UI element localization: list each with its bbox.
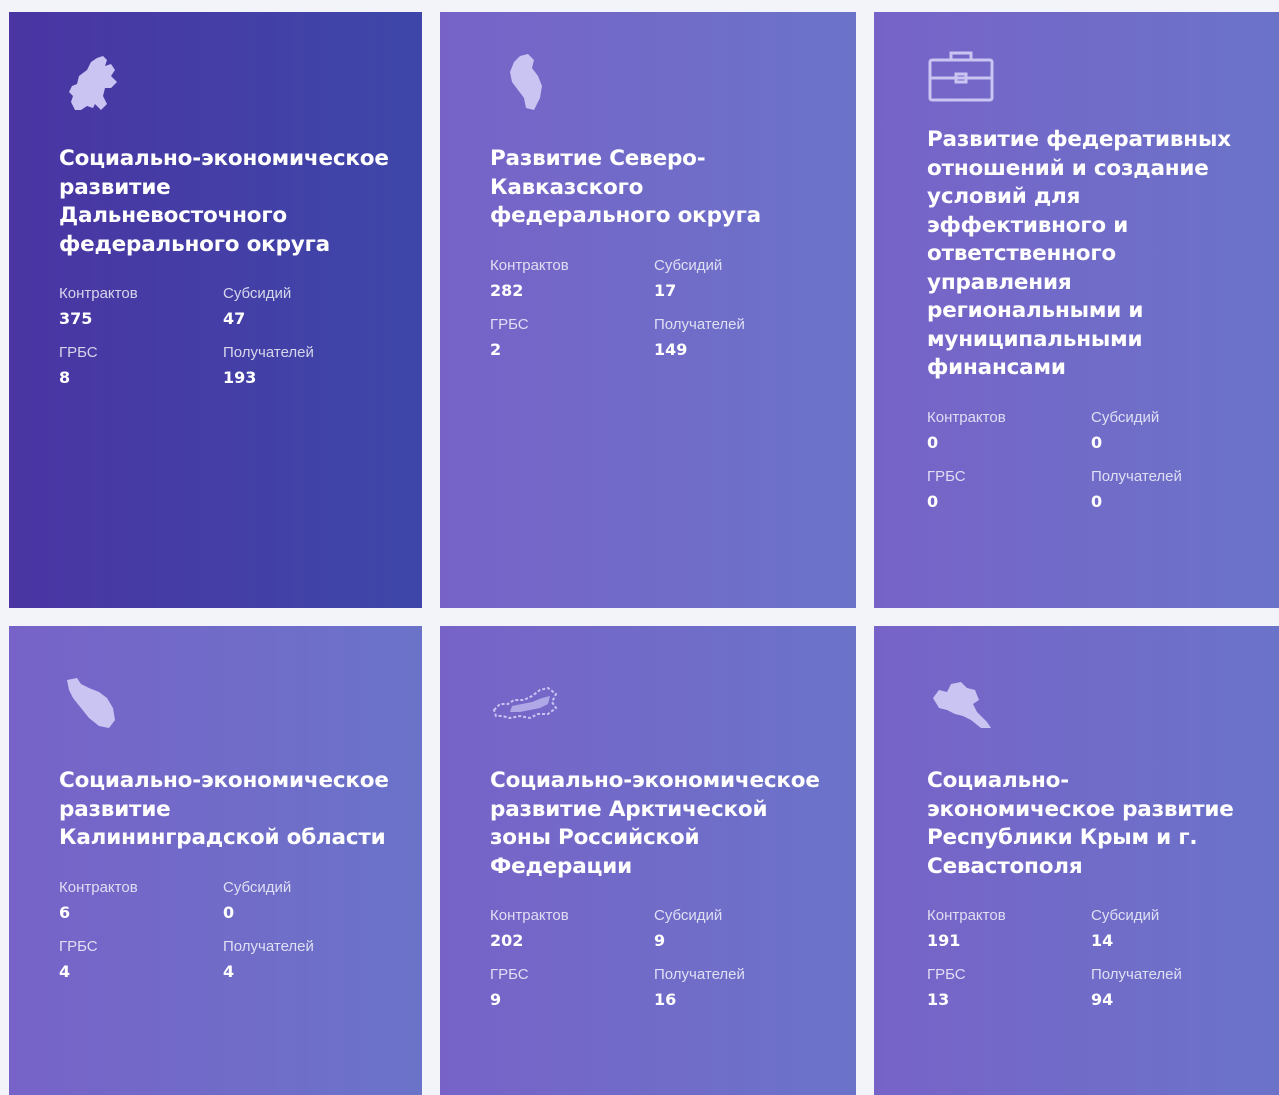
stat-contracts: Контрактов 202 — [490, 907, 654, 952]
stat-value: 8 — [59, 368, 71, 387]
stat-label: Субсидий — [654, 256, 723, 274]
stat-subsidies: Субсидий 17 — [654, 257, 818, 302]
program-stats: Контрактов 0 Субсидий 0 ГРБС 0 Получателей 0 — [927, 409, 1249, 513]
program-stats: Контрактов 282 Субсидий 17 ГРБС 2 Получател… — [490, 257, 826, 361]
stat-value: 13 — [927, 990, 950, 1009]
stat-subsidies: Субсидий 0 — [1091, 409, 1255, 454]
stat-label: Получателей — [654, 966, 745, 983]
stat-value: 9 — [490, 990, 502, 1009]
program-card-crimea[interactable]: Социально-экономическое развитие Республ… — [874, 626, 1279, 1095]
stat-grbs: ГРБС 4 — [59, 938, 223, 983]
stat-subsidies: Субсидий 47 — [223, 285, 387, 330]
stat-label: Субсидий — [1091, 907, 1160, 924]
stat-subsidies: Субсидий 0 — [223, 879, 387, 924]
stat-label: ГРБС — [490, 966, 529, 983]
north-caucasus-map-icon — [510, 54, 542, 110]
stat-value: 0 — [1091, 491, 1103, 511]
stat-value: 2 — [490, 339, 502, 359]
program-title: Социально-экономическое развитие Калинин… — [59, 768, 389, 850]
program-card-arctic[interactable]: Социально-экономическое развитие Арктиче… — [440, 626, 856, 1095]
program-title: Социально-экономическое развитие Республ… — [927, 768, 1234, 879]
stat-recipients: Получателей 149 — [654, 316, 818, 361]
program-stats: Контрактов 191 Субсидий 14 ГРБС 13 Получате… — [927, 907, 1249, 1011]
program-card-federative-relations[interactable]: Развитие федеративных отношений и создан… — [874, 12, 1279, 608]
program-card-far-east[interactable]: Социально-экономическое развитие Дальнев… — [9, 12, 422, 608]
far-east-map-icon — [69, 56, 117, 110]
stat-value: 282 — [490, 280, 524, 300]
program-title: Развитие федеративных отношений и создан… — [927, 127, 1231, 380]
program-stats: Контрактов 202 Субсидий 9 ГРБС 9 Получателе… — [490, 907, 826, 1011]
stat-value: 16 — [654, 990, 677, 1009]
stat-value: 47 — [223, 309, 246, 328]
stat-recipients: Получателей 193 — [223, 344, 387, 389]
stat-label: ГРБС — [490, 315, 529, 333]
stat-recipients: Получателей 94 — [1091, 966, 1255, 1011]
stat-value: 9 — [654, 931, 666, 950]
stat-value: 4 — [59, 961, 71, 981]
stat-value: 94 — [1091, 990, 1114, 1009]
stat-label: Получателей — [223, 344, 314, 361]
program-title: Социально-экономическое развитие Дальнев… — [59, 146, 389, 257]
stat-label: ГРБС — [927, 467, 966, 485]
stat-value: 17 — [654, 280, 677, 300]
stat-contracts: Контрактов 282 — [490, 257, 654, 302]
stat-value: 0 — [927, 432, 939, 452]
stat-label: Контрактов — [59, 878, 138, 896]
stat-subsidies: Субсидий 9 — [654, 907, 818, 952]
stat-contracts: Контрактов 375 — [59, 285, 223, 330]
stat-value: 375 — [59, 309, 93, 328]
stat-label: Субсидий — [223, 878, 292, 896]
stat-subsidies: Субсидий 14 — [1091, 907, 1255, 952]
stat-label: Получателей — [654, 315, 745, 333]
stat-grbs: ГРБС 9 — [490, 966, 654, 1011]
program-title: Социально-экономическое развитие Арктиче… — [490, 768, 820, 879]
program-stats: Контрактов 6 Субсидий 0 ГРБС 4 Получателей 4 — [59, 879, 392, 983]
stat-label: Контрактов — [490, 907, 569, 924]
stat-grbs: ГРБС 2 — [490, 316, 654, 361]
stat-value: 4 — [223, 961, 235, 981]
stat-label: Субсидий — [1091, 408, 1160, 426]
russia-arctic-map-icon — [492, 686, 558, 720]
stat-label: Получателей — [1091, 467, 1182, 485]
stat-label: Контрактов — [490, 256, 569, 274]
programs-grid: Социально-экономическое развитие Дальнев… — [0, 0, 1279, 1095]
crimea-map-icon — [933, 682, 991, 728]
stat-label: ГРБС — [927, 966, 966, 983]
stat-grbs: ГРБС 0 — [927, 468, 1091, 513]
stat-recipients: Получателей 4 — [223, 938, 387, 983]
stat-label: Контрактов — [59, 285, 138, 302]
stat-label: Субсидий — [223, 285, 292, 302]
stat-value: 0 — [927, 491, 939, 511]
stat-label: Контрактов — [927, 408, 1006, 426]
stat-grbs: ГРБС 13 — [927, 966, 1091, 1011]
kaliningrad-map-icon — [67, 678, 115, 728]
program-card-north-caucasus[interactable]: Развитие Северо-Кавказского федерального… — [440, 12, 856, 608]
stat-grbs: ГРБС 8 — [59, 344, 223, 389]
stat-value: 149 — [654, 339, 688, 359]
program-stats: Контрактов 375 Субсидий 47 ГРБС 8 Получател… — [59, 285, 392, 389]
stat-contracts: Контрактов 6 — [59, 879, 223, 924]
briefcase-icon — [928, 51, 994, 102]
stat-value: 202 — [490, 931, 524, 950]
stat-label: ГРБС — [59, 937, 98, 955]
stat-label: Получателей — [223, 937, 314, 955]
stat-value: 6 — [59, 902, 71, 922]
stat-recipients: Получателей 16 — [654, 966, 818, 1011]
stat-value: 14 — [1091, 931, 1114, 950]
stat-label: Контрактов — [927, 907, 1006, 924]
stat-contracts: Контрактов 191 — [927, 907, 1091, 952]
stat-contracts: Контрактов 0 — [927, 409, 1091, 454]
stat-value: 191 — [927, 931, 961, 950]
stat-value: 0 — [223, 902, 235, 922]
stat-label: ГРБС — [59, 344, 98, 361]
stat-label: Субсидий — [654, 907, 723, 924]
stat-label: Получателей — [1091, 966, 1182, 983]
stat-value: 193 — [223, 368, 257, 387]
stat-recipients: Получателей 0 — [1091, 468, 1255, 513]
program-title: Развитие Северо-Кавказского федерального… — [490, 146, 761, 228]
stat-value: 0 — [1091, 432, 1103, 452]
program-card-kaliningrad[interactable]: Социально-экономическое развитие Калинин… — [9, 626, 422, 1095]
